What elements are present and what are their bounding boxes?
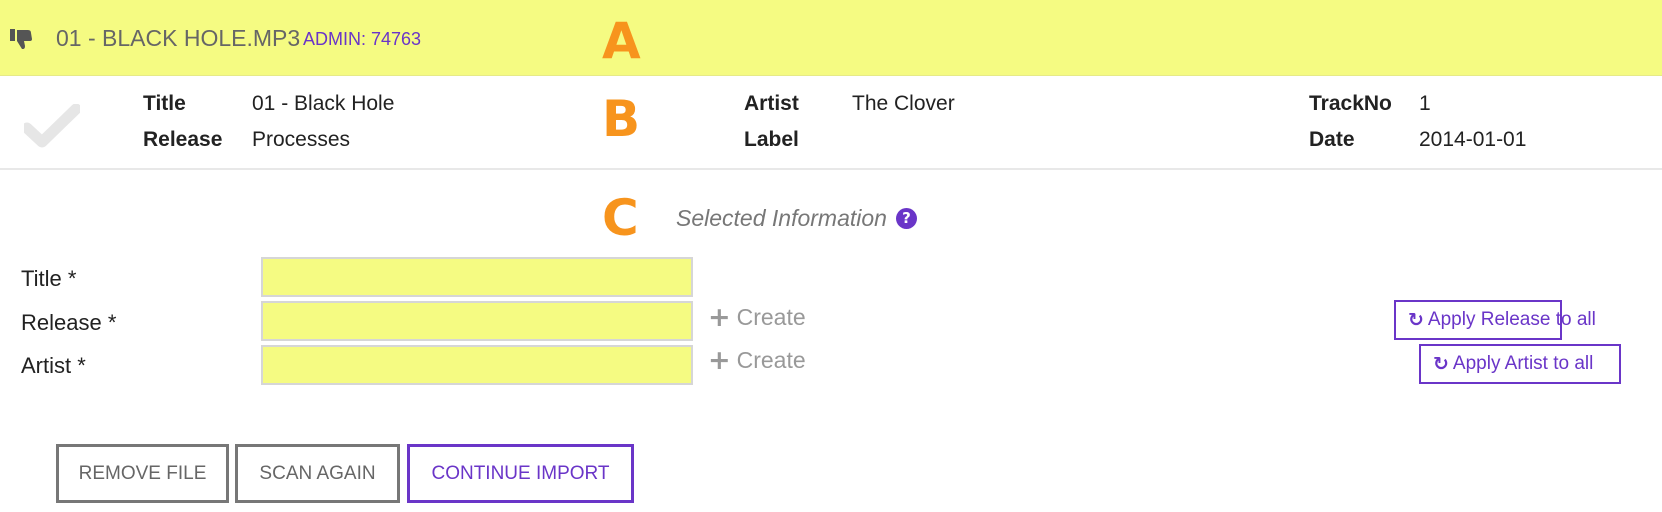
create-artist-link[interactable]: + Create xyxy=(708,347,806,374)
meta-date-label: Date xyxy=(1309,128,1355,151)
refresh-icon: ↻ xyxy=(1433,353,1449,375)
apply-artist-button[interactable]: ↻ Apply Artist to all xyxy=(1419,344,1621,384)
help-icon[interactable]: ? xyxy=(896,208,917,229)
meta-artist-label: Artist xyxy=(744,92,799,115)
release-input[interactable] xyxy=(261,301,693,341)
marker-a: A xyxy=(602,12,641,70)
file-name: 01 - BLACK HOLE.MP3 xyxy=(56,25,301,51)
scan-again-button[interactable]: SCAN AGAIN xyxy=(235,444,400,503)
meta-date-value: 2014-01-01 xyxy=(1419,128,1527,151)
marker-b: B xyxy=(602,90,641,148)
remove-file-button[interactable]: REMOVE FILE xyxy=(56,444,229,503)
meta-release-value: Processes xyxy=(252,128,351,151)
create-release-link[interactable]: + Create xyxy=(708,304,806,331)
create-release-label: Create xyxy=(736,304,806,330)
meta-trackno-value: 1 xyxy=(1419,92,1431,115)
release-field-label: Release * xyxy=(21,310,117,335)
create-artist-label: Create xyxy=(736,347,806,373)
apply-artist-label: Apply Artist to all xyxy=(1452,353,1594,374)
file-header: 01 - BLACK HOLE.MP3 ADMIN: 74763 xyxy=(0,0,1662,76)
thumbs-down-icon[interactable] xyxy=(10,28,34,50)
artist-input[interactable] xyxy=(261,345,693,385)
continue-import-button[interactable]: CONTINUE IMPORT xyxy=(407,444,634,503)
apply-release-button[interactable]: ↻ Apply Release to all xyxy=(1394,300,1596,340)
plus-icon: + xyxy=(708,302,731,333)
meta-label-label: Label xyxy=(744,128,799,151)
meta-artist-value: The Clover xyxy=(852,92,955,115)
selected-info-heading: Selected Information xyxy=(676,205,887,231)
title-input[interactable] xyxy=(261,257,693,297)
plus-icon: + xyxy=(708,345,731,376)
admin-tag[interactable]: ADMIN: 74763 xyxy=(303,29,421,50)
meta-title-label: Title xyxy=(143,92,186,115)
artist-field-label: Artist * xyxy=(21,353,86,378)
meta-release-label: Release xyxy=(143,128,223,151)
apply-release-label: Apply Release to all xyxy=(1427,309,1596,330)
checkmark-icon xyxy=(24,104,80,148)
meta-title-value: 01 - Black Hole xyxy=(252,92,395,115)
meta-trackno-label: TrackNo xyxy=(1309,92,1392,115)
metadata-row xyxy=(0,76,1662,170)
marker-c: C xyxy=(602,189,639,247)
refresh-icon: ↻ xyxy=(1408,309,1424,331)
title-field-label: Title * xyxy=(21,266,77,291)
